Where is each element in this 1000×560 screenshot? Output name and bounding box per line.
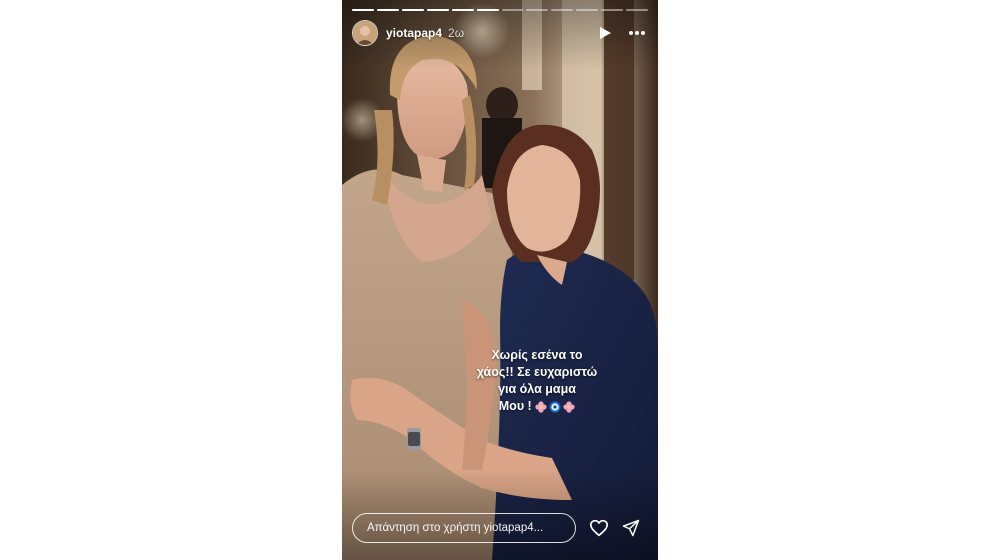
- progress-segment-fill: [426, 9, 449, 11]
- progress-segment: [526, 9, 549, 11]
- story-footer: [352, 512, 648, 544]
- progress-segment: [601, 9, 624, 11]
- progress-segment: [476, 9, 499, 11]
- progress-segment: [501, 9, 524, 11]
- story-time-ago: 2ω: [448, 26, 465, 40]
- story-caption: Χωρίς εσένα το χάος!! Σε ευχαριστώ για ό…: [462, 347, 612, 415]
- progress-segment: [352, 9, 374, 11]
- story-viewer[interactable]: yiotapap4 2ω Χωρίς εσένα το χάος!! Σε ευ…: [342, 0, 658, 560]
- progress-segment: [401, 9, 424, 11]
- more-icon: [629, 31, 645, 35]
- progress-segment-fill: [451, 9, 474, 11]
- progress-segment: [626, 9, 649, 11]
- avatar[interactable]: [352, 20, 378, 46]
- caption-emojis: [535, 401, 575, 413]
- page: yiotapap4 2ω Χωρίς εσένα το χάος!! Σε ευ…: [0, 0, 1000, 560]
- progress-segment: [451, 9, 474, 11]
- caption-line-3: για όλα μαμα: [498, 382, 576, 396]
- progress-segment: [551, 9, 574, 11]
- like-button[interactable]: [588, 517, 610, 539]
- progress-segment-fill: [352, 9, 374, 11]
- send-button[interactable]: [620, 517, 642, 539]
- flower-icon: [563, 401, 575, 413]
- story-header: yiotapap4 2ω: [352, 20, 648, 46]
- caption-line-4-wrap: Μου !: [462, 398, 612, 415]
- story-username[interactable]: yiotapap4: [386, 26, 442, 40]
- evil-eye-icon: [549, 401, 561, 413]
- send-icon: [622, 519, 640, 537]
- progress-segment: [576, 9, 599, 11]
- flower-icon: [535, 401, 547, 413]
- progress-segment: [426, 9, 449, 11]
- reply-input[interactable]: [352, 513, 576, 543]
- caption-line-4: Μου !: [498, 399, 532, 413]
- heart-icon: [589, 519, 608, 537]
- more-options-button[interactable]: [626, 24, 648, 42]
- story-photo: [342, 0, 658, 560]
- progress-segment-fill: [401, 9, 424, 11]
- caption-line-2: χάος!! Σε ευχαριστώ: [476, 365, 598, 379]
- caption-line-1: Χωρίς εσένα το: [491, 348, 583, 362]
- progress-segment-fill: [476, 9, 499, 11]
- play-icon: [600, 27, 611, 39]
- avatar-image: [353, 21, 377, 45]
- play-button[interactable]: [596, 24, 614, 42]
- progress-segment: [376, 9, 399, 11]
- story-progress-bar: [352, 9, 649, 11]
- progress-segment-fill: [376, 9, 399, 11]
